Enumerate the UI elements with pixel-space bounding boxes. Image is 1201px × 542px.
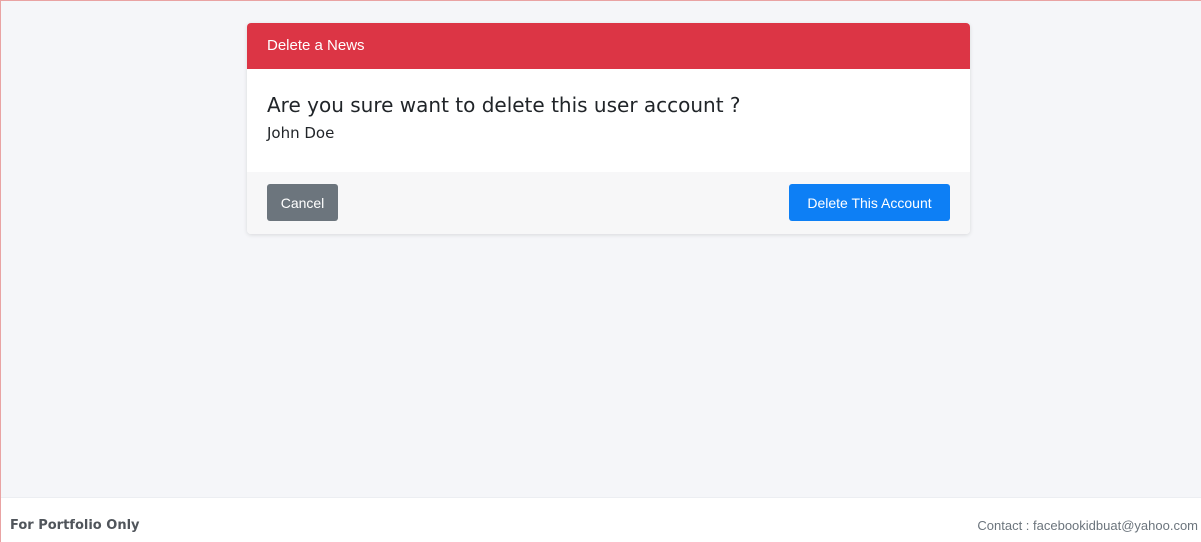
main-content-area: Delete a News Are you sure want to delet…: [1, 1, 1201, 497]
delete-confirmation-card: Delete a News Are you sure want to delet…: [247, 23, 970, 234]
cancel-button[interactable]: Cancel: [267, 184, 338, 221]
card-header-title: Delete a News: [267, 37, 365, 54]
account-name: John Doe: [267, 124, 335, 142]
portfolio-note: For Portfolio Only: [10, 518, 140, 533]
card-header: Delete a News: [247, 23, 970, 69]
card-footer: Cancel Delete This Account: [247, 172, 970, 234]
card-body: Are you sure want to delete this user ac…: [247, 69, 970, 172]
page-footer: For Portfolio Only Contact : facebookidb…: [1, 497, 1201, 542]
delete-account-button[interactable]: Delete This Account: [789, 184, 950, 221]
page: Delete a News Are you sure want to delet…: [0, 0, 1201, 542]
confirmation-question: Are you sure want to delete this user ac…: [267, 93, 741, 117]
contact-info: Contact : facebookidbuat@yahoo.com: [977, 518, 1198, 533]
